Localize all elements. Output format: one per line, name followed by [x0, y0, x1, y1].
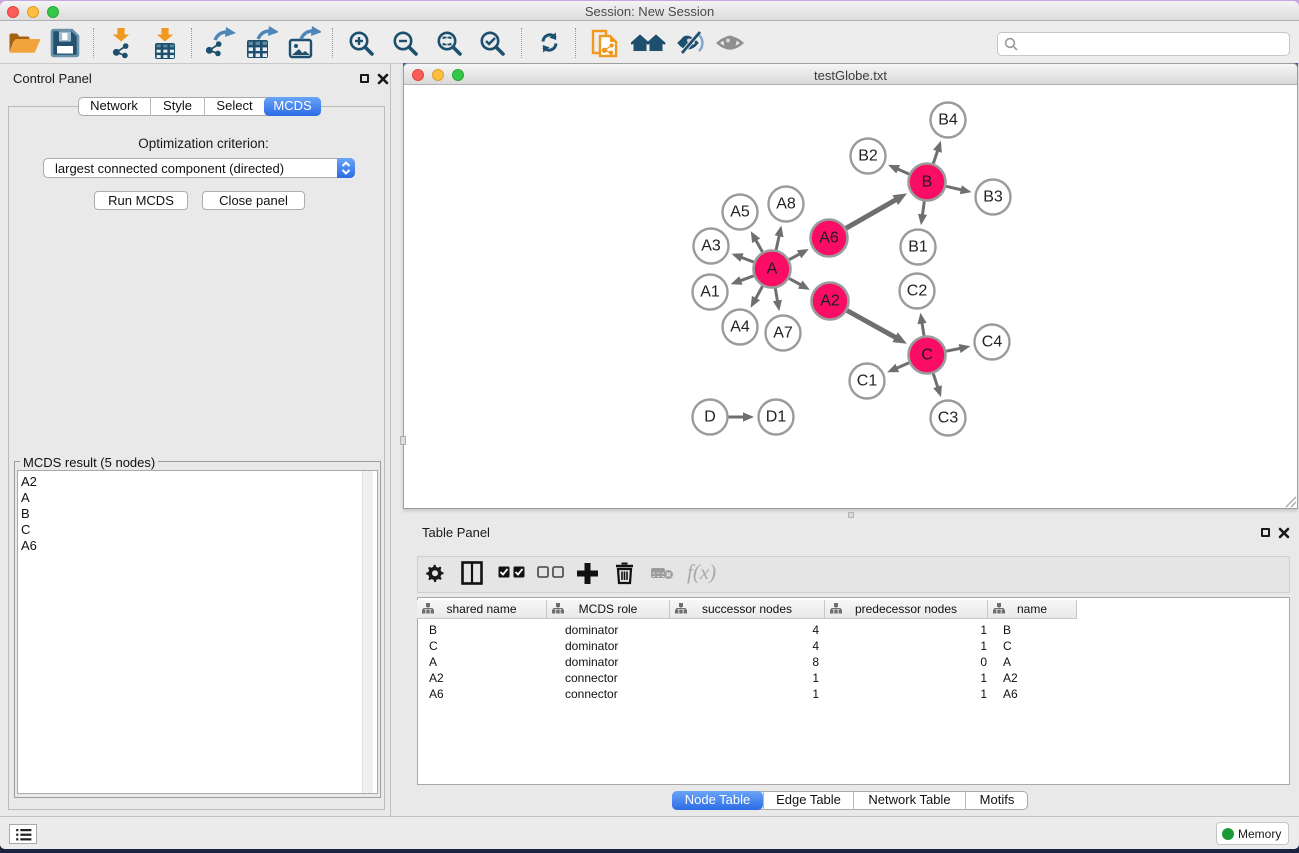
svg-text:B1: B1 [908, 239, 928, 256]
svg-text:C: C [921, 347, 933, 364]
svg-text:C2: C2 [907, 283, 928, 300]
svg-text:A: A [767, 261, 778, 278]
svg-text:D1: D1 [766, 409, 787, 426]
svg-text:C3: C3 [938, 410, 959, 427]
svg-text:C4: C4 [982, 334, 1003, 351]
svg-text:A6: A6 [819, 230, 839, 247]
svg-text:A3: A3 [701, 238, 721, 255]
svg-text:B2: B2 [858, 148, 878, 165]
svg-text:D: D [704, 409, 716, 426]
svg-text:C1: C1 [857, 373, 878, 390]
svg-text:A7: A7 [773, 325, 793, 342]
svg-text:A5: A5 [730, 204, 750, 221]
svg-text:A1: A1 [700, 284, 720, 301]
svg-text:A8: A8 [776, 196, 796, 213]
svg-text:A4: A4 [730, 319, 750, 336]
svg-text:B4: B4 [938, 112, 958, 129]
svg-text:A2: A2 [820, 293, 840, 310]
svg-text:B: B [922, 174, 933, 191]
svg-text:B3: B3 [983, 189, 1003, 206]
